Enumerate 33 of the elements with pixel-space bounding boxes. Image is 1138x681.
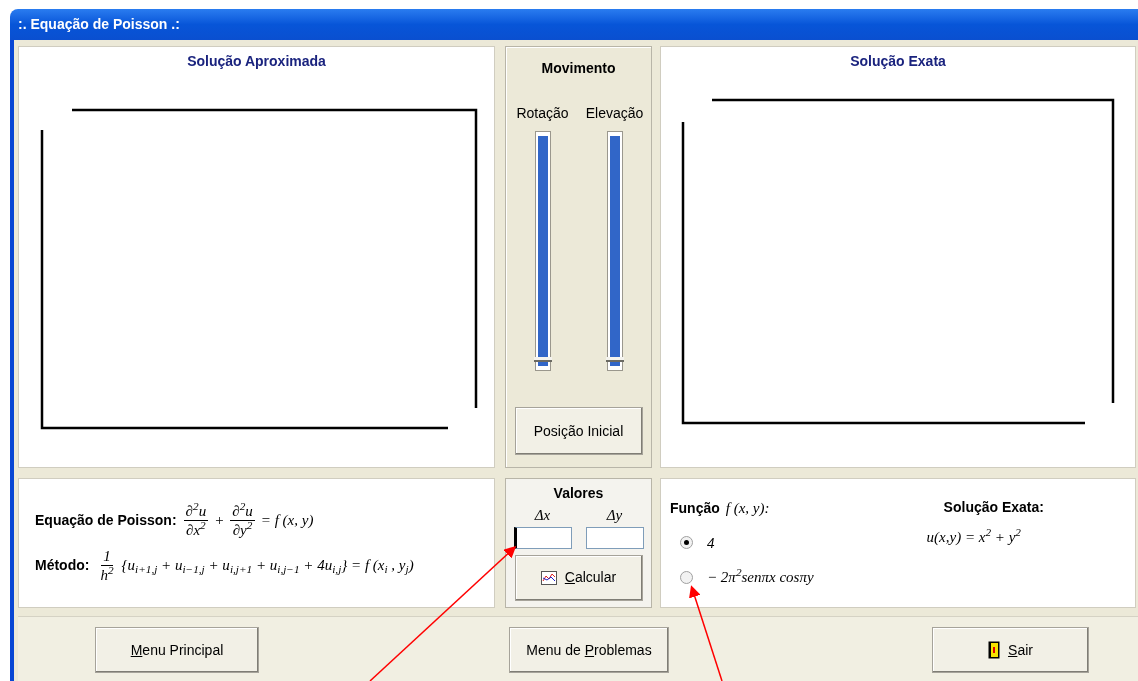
- panel-title: Solução Aproximada: [187, 53, 326, 69]
- function-formula: f (x, y):: [725, 499, 770, 518]
- method-label: Método:: [35, 556, 90, 575]
- exact-solution-label: Solução Exata:: [943, 498, 1044, 517]
- radio-button[interactable]: [680, 570, 693, 584]
- field-label: Δy: [606, 506, 623, 525]
- chart-icon: [540, 570, 557, 585]
- value-field[interactable]: [585, 526, 644, 549]
- slider-thumb[interactable]: [533, 357, 552, 362]
- panel-title: Movimento: [541, 59, 616, 78]
- field-label: Δx: [534, 506, 551, 525]
- panel-title: Valores: [553, 484, 604, 503]
- menu-button[interactable]: Menu de Problemas: [509, 627, 669, 673]
- menu-button[interactable]: Menu Principal: [95, 627, 259, 673]
- exit-button[interactable]: Sair: [932, 627, 1089, 673]
- function-label: Função: [670, 498, 720, 518]
- option-formula: 4: [707, 533, 715, 553]
- panel-title: Solução Exata: [850, 53, 946, 69]
- exact-solution-formula: u(x,y) = x$^{2}$ + y$^{2}$: [926, 526, 1021, 547]
- poisson-formula: ∂$^{2}$u ∂x$^{2}$ + ∂$^{2}$u ∂y$^{2}$ = f (x, y): [182, 502, 315, 539]
- value-field[interactable]: [513, 526, 572, 549]
- vertical-slider[interactable]: [606, 131, 623, 371]
- slider-label: Elevação: [585, 104, 644, 123]
- window-title: :. Equação de Poisson .:: [18, 15, 180, 34]
- slider-thumb[interactable]: [605, 357, 624, 362]
- equation-label: Equação de Poisson:: [35, 511, 177, 530]
- option-formula: − 2π$^{2}$senπx cosπy: [707, 566, 814, 587]
- calculate-button[interactable]: Calcular: [514, 554, 643, 601]
- slider-label: Rotação: [516, 104, 569, 123]
- door-icon: [988, 641, 1001, 659]
- vertical-slider[interactable]: [534, 131, 551, 371]
- reset-position-button[interactable]: Posição Inicial: [514, 407, 643, 455]
- radio-button[interactable]: [680, 536, 693, 550]
